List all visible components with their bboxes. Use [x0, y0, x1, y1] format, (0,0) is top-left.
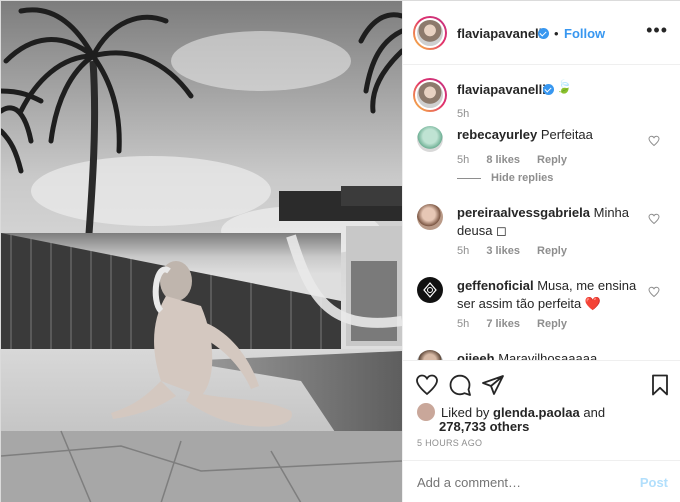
share-plane-icon[interactable] [481, 373, 505, 397]
follow-button[interactable]: Follow [564, 26, 605, 41]
comment-username[interactable]: rebecayurley [457, 127, 537, 142]
comment-time[interactable]: 5h [457, 245, 469, 257]
comment-username[interactable]: geffenoficial [457, 278, 534, 293]
caption-avatar[interactable] [413, 78, 447, 112]
post-timestamp[interactable]: 5 HOURS AGO [417, 438, 482, 448]
hide-replies-label: Hide replies [491, 172, 554, 184]
liker-username[interactable]: glenda.paolaa [493, 405, 580, 420]
post-photo-image [1, 1, 402, 502]
likes-joiner: and [583, 405, 606, 420]
comment-like-heart-icon[interactable] [648, 213, 660, 225]
add-comment-input[interactable] [417, 475, 617, 490]
likes-prefix: Liked by [441, 405, 490, 420]
divider [457, 177, 481, 179]
geffen-logo-icon [423, 282, 437, 298]
comment-like-heart-icon[interactable] [648, 286, 660, 298]
post-photo[interactable] [1, 1, 402, 502]
separator-dot: • [554, 26, 559, 41]
instagram-post: flaviapavanelli • Follow ••• flaviapavan… [0, 0, 680, 502]
comment-reply-button[interactable]: Reply [537, 154, 567, 166]
comments-list[interactable]: flaviapavanelli 🍃 5h rebecayurley Perfei… [403, 66, 680, 360]
comment-like-heart-icon[interactable] [648, 135, 660, 147]
comment-likes[interactable]: 7 likes [486, 318, 520, 330]
likes-summary: Liked by glenda.paolaa and 278,733 other… [417, 403, 606, 434]
commenter-avatar[interactable] [417, 350, 443, 360]
commenter-avatar[interactable] [417, 277, 443, 303]
commenter-avatar[interactable] [417, 204, 443, 230]
comment-meta: 5h 8 likes Reply [457, 154, 581, 166]
comment-reply-button[interactable]: Reply [537, 318, 567, 330]
caption-text: 🍃 [556, 79, 573, 94]
comment-body: geffenoficial Musa, me ensina ser assim … [457, 277, 647, 313]
likes-count[interactable]: 278,733 others [439, 419, 529, 435]
caption-username[interactable]: flaviapavanelli [457, 82, 546, 97]
comment-username[interactable]: pereiraalvessgabriela [457, 205, 590, 220]
post-sidebar: flaviapavanelli • Follow ••• flaviapavan… [402, 1, 680, 502]
heart-emoji: ❤️ [584, 296, 602, 311]
caption-time[interactable]: 5h [457, 108, 469, 120]
comment-time[interactable]: 5h [457, 154, 469, 166]
comment-username[interactable]: ojjeeh [457, 351, 495, 360]
hide-replies-button[interactable]: Hide replies [457, 172, 553, 184]
comment-body: ojjeeh Maravilhosaaaaa [457, 350, 647, 360]
like-heart-icon[interactable] [415, 373, 439, 397]
comment-text: Perfeitaa [540, 127, 593, 142]
commenter-avatar[interactable] [417, 126, 443, 152]
author-avatar[interactable] [413, 16, 447, 50]
comment-body: rebecayurley Perfeitaa [457, 126, 647, 144]
verified-badge-icon [543, 84, 554, 95]
comment-time[interactable]: 5h [457, 318, 469, 330]
post-header: flaviapavanelli • Follow ••• [403, 1, 680, 65]
save-bookmark-icon[interactable] [648, 373, 672, 397]
comment-likes[interactable]: 3 likes [486, 245, 520, 257]
comment-bubble-icon[interactable] [448, 373, 472, 397]
add-comment-bar: Post [403, 460, 680, 502]
comment-text: Maravilhosaaaaa [498, 351, 598, 360]
author-username[interactable]: flaviapavanelli [457, 26, 546, 41]
verified-badge-icon [538, 28, 549, 39]
comment-meta: 5h 3 likes Reply [457, 245, 581, 257]
more-options-icon[interactable]: ••• [646, 21, 668, 39]
comment-body: pereiraalvessgabriela Minha deusa ◻ [457, 204, 647, 240]
comment-likes[interactable]: 8 likes [486, 154, 520, 166]
comment-reply-button[interactable]: Reply [537, 245, 567, 257]
post-comment-button[interactable]: Post [640, 475, 668, 490]
comment-meta: 5h 7 likes Reply [457, 318, 581, 330]
liker-avatar[interactable] [417, 403, 435, 421]
